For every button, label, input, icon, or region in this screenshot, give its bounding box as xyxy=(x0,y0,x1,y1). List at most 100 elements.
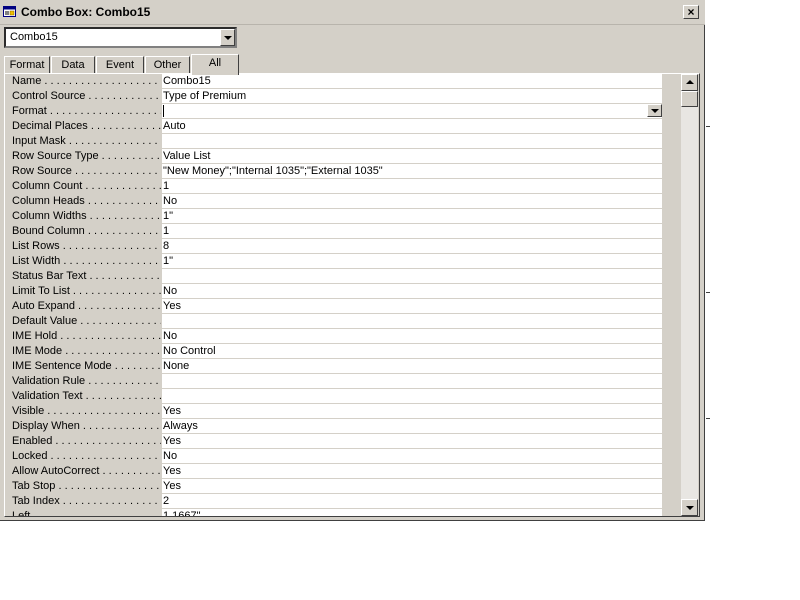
property-row[interactable]: Validation Text . . . . . . . . . . . . … xyxy=(6,389,662,404)
property-row[interactable]: IME Mode . . . . . . . . . . . . . . . .… xyxy=(6,344,662,359)
tab-all[interactable]: All xyxy=(191,54,239,75)
property-row[interactable]: Locked . . . . . . . . . . . . . . . . .… xyxy=(6,449,662,464)
property-row[interactable]: Enabled . . . . . . . . . . . . . . . . … xyxy=(6,434,662,449)
property-value-field[interactable]: No xyxy=(162,284,662,298)
leader-dots: . . . . . . . . . . . . . . . . . . . . … xyxy=(74,165,161,177)
property-value-field[interactable] xyxy=(162,314,662,328)
property-value: No Control xyxy=(163,345,216,357)
property-row[interactable]: Decimal Places . . . . . . . . . . . . .… xyxy=(6,119,662,134)
property-label: List Rows . . . . . . . . . . . . . . . … xyxy=(6,239,161,254)
title-bar[interactable]: Combo Box: Combo15 × xyxy=(0,0,705,25)
property-label: Column Heads . . . . . . . . . . . . . .… xyxy=(6,194,161,209)
property-label: Format . . . . . . . . . . . . . . . . .… xyxy=(6,104,161,119)
property-value-field[interactable]: 1.1667" xyxy=(162,509,662,516)
scroll-down-button[interactable] xyxy=(681,499,698,516)
property-row[interactable]: Bound Column . . . . . . . . . . . . . .… xyxy=(6,224,662,239)
property-value-field[interactable] xyxy=(162,389,662,403)
tab-data[interactable]: Data xyxy=(51,56,95,74)
property-label-text: Allow AutoCorrect xyxy=(12,465,100,477)
property-value-field[interactable]: No xyxy=(162,329,662,343)
property-value-field[interactable]: Yes xyxy=(162,404,662,418)
property-value-field[interactable] xyxy=(162,269,662,283)
leader-dots: . . . . . . . . . . . . . . . . . . . . … xyxy=(55,435,161,447)
property-label: Locked . . . . . . . . . . . . . . . . .… xyxy=(6,449,161,464)
leader-dots: . . . . . . . . . . . . . . . . . . . . … xyxy=(80,315,161,327)
property-row[interactable]: Validation Rule . . . . . . . . . . . . … xyxy=(6,374,662,389)
property-label: Auto Expand . . . . . . . . . . . . . . … xyxy=(6,299,161,314)
property-value: Yes xyxy=(163,405,181,417)
property-value-field[interactable]: 1 xyxy=(162,179,662,193)
property-row[interactable]: Default Value . . . . . . . . . . . . . … xyxy=(6,314,662,329)
property-row[interactable]: Column Widths . . . . . . . . . . . . . … xyxy=(6,209,662,224)
property-value-field[interactable]: Always xyxy=(162,419,662,433)
property-label: Validation Text . . . . . . . . . . . . … xyxy=(6,389,161,404)
property-value-field[interactable]: Yes xyxy=(162,299,662,313)
property-row[interactable]: Column Count . . . . . . . . . . . . . .… xyxy=(6,179,662,194)
property-row[interactable]: Limit To List . . . . . . . . . . . . . … xyxy=(6,284,662,299)
property-row[interactable]: List Rows . . . . . . . . . . . . . . . … xyxy=(6,239,662,254)
property-value-field[interactable] xyxy=(162,374,662,388)
tab-format[interactable]: Format xyxy=(4,56,50,74)
property-row[interactable]: List Width . . . . . . . . . . . . . . .… xyxy=(6,254,662,269)
property-row[interactable]: Name . . . . . . . . . . . . . . . . . .… xyxy=(6,74,662,89)
leader-dots: . . . . . . . . . . . . . . . . . . . . … xyxy=(50,450,161,462)
property-row[interactable]: IME Hold . . . . . . . . . . . . . . . .… xyxy=(6,329,662,344)
property-value-field[interactable]: 2 xyxy=(162,494,662,508)
property-row[interactable]: Allow AutoCorrect . . . . . . . . . . . … xyxy=(6,464,662,479)
property-value-field[interactable]: 1" xyxy=(162,209,662,223)
property-value-field[interactable]: Combo15 xyxy=(162,74,662,88)
property-value-field[interactable]: 1 xyxy=(162,224,662,238)
property-row[interactable]: IME Sentence Mode . . . . . . . . . . . … xyxy=(6,359,662,374)
property-grid: Name . . . . . . . . . . . . . . . . . .… xyxy=(6,74,662,516)
property-row[interactable]: Left . . . . . . . . . . . . . . . . . .… xyxy=(6,509,662,516)
property-value-field[interactable] xyxy=(162,134,662,148)
property-value-field[interactable]: No Control xyxy=(162,344,662,358)
property-row[interactable]: Auto Expand . . . . . . . . . . . . . . … xyxy=(6,299,662,314)
property-row[interactable]: Column Heads . . . . . . . . . . . . . .… xyxy=(6,194,662,209)
tab-other[interactable]: Other xyxy=(145,56,190,74)
property-row[interactable]: Row Source Type . . . . . . . . . . . . … xyxy=(6,149,662,164)
property-label-text: Status Bar Text xyxy=(12,270,87,282)
property-row[interactable]: Control Source . . . . . . . . . . . . .… xyxy=(6,89,662,104)
leader-dots: . . . . . . . . . . . . . . . . . . . . … xyxy=(85,180,161,192)
property-value: Yes xyxy=(163,435,181,447)
property-value-field[interactable]: None xyxy=(162,359,662,373)
property-value-field[interactable]: Yes xyxy=(162,464,662,478)
property-row[interactable]: Visible . . . . . . . . . . . . . . . . … xyxy=(6,404,662,419)
property-value-field[interactable]: "New Money";"Internal 1035";"External 10… xyxy=(162,164,662,178)
property-value: None xyxy=(163,360,190,372)
property-label-text: List Width xyxy=(12,255,61,267)
property-row[interactable]: Row Source . . . . . . . . . . . . . . .… xyxy=(6,164,662,179)
property-value-field[interactable] xyxy=(162,104,662,118)
scroll-thumb[interactable] xyxy=(681,91,698,107)
format-dropdown-button[interactable] xyxy=(647,104,662,117)
scroll-up-button[interactable] xyxy=(681,74,698,91)
chevron-down-icon xyxy=(224,36,232,40)
tab-event[interactable]: Event xyxy=(96,56,144,74)
property-value: "New Money";"Internal 1035";"External 10… xyxy=(163,165,383,177)
property-value-field[interactable]: Yes xyxy=(162,479,662,493)
property-row[interactable]: Status Bar Text . . . . . . . . . . . . … xyxy=(6,269,662,284)
property-row[interactable]: Input Mask . . . . . . . . . . . . . . .… xyxy=(6,134,662,149)
property-value: 1" xyxy=(163,210,174,222)
property-value-field[interactable]: Type of Premium xyxy=(162,89,662,103)
property-value-field[interactable]: 1" xyxy=(162,254,662,268)
property-value-field[interactable]: Value List xyxy=(162,149,662,163)
property-value-field[interactable]: 8 xyxy=(162,239,662,253)
property-value-field[interactable]: Auto xyxy=(162,119,662,133)
vertical-scrollbar[interactable] xyxy=(681,74,698,516)
chevron-down-icon xyxy=(651,109,659,113)
property-row[interactable]: Format . . . . . . . . . . . . . . . . .… xyxy=(6,104,662,119)
close-button[interactable]: × xyxy=(683,5,699,19)
property-row[interactable]: Tab Stop . . . . . . . . . . . . . . . .… xyxy=(6,479,662,494)
property-label: Allow AutoCorrect . . . . . . . . . . . … xyxy=(6,464,161,479)
property-row[interactable]: Tab Index . . . . . . . . . . . . . . . … xyxy=(6,494,662,509)
object-selector-combo[interactable]: Combo15 xyxy=(4,27,237,48)
property-value-field[interactable]: No xyxy=(162,449,662,463)
leader-dots: . . . . . . . . . . . . . . . . . . . . … xyxy=(62,240,161,252)
property-row[interactable]: Display When . . . . . . . . . . . . . .… xyxy=(6,419,662,434)
leader-dots: . . . . . . . . . . . . . . . . . . . . … xyxy=(68,135,161,147)
object-selector-dropdown-button[interactable] xyxy=(220,29,235,46)
property-value-field[interactable]: Yes xyxy=(162,434,662,448)
property-value-field[interactable]: No xyxy=(162,194,662,208)
